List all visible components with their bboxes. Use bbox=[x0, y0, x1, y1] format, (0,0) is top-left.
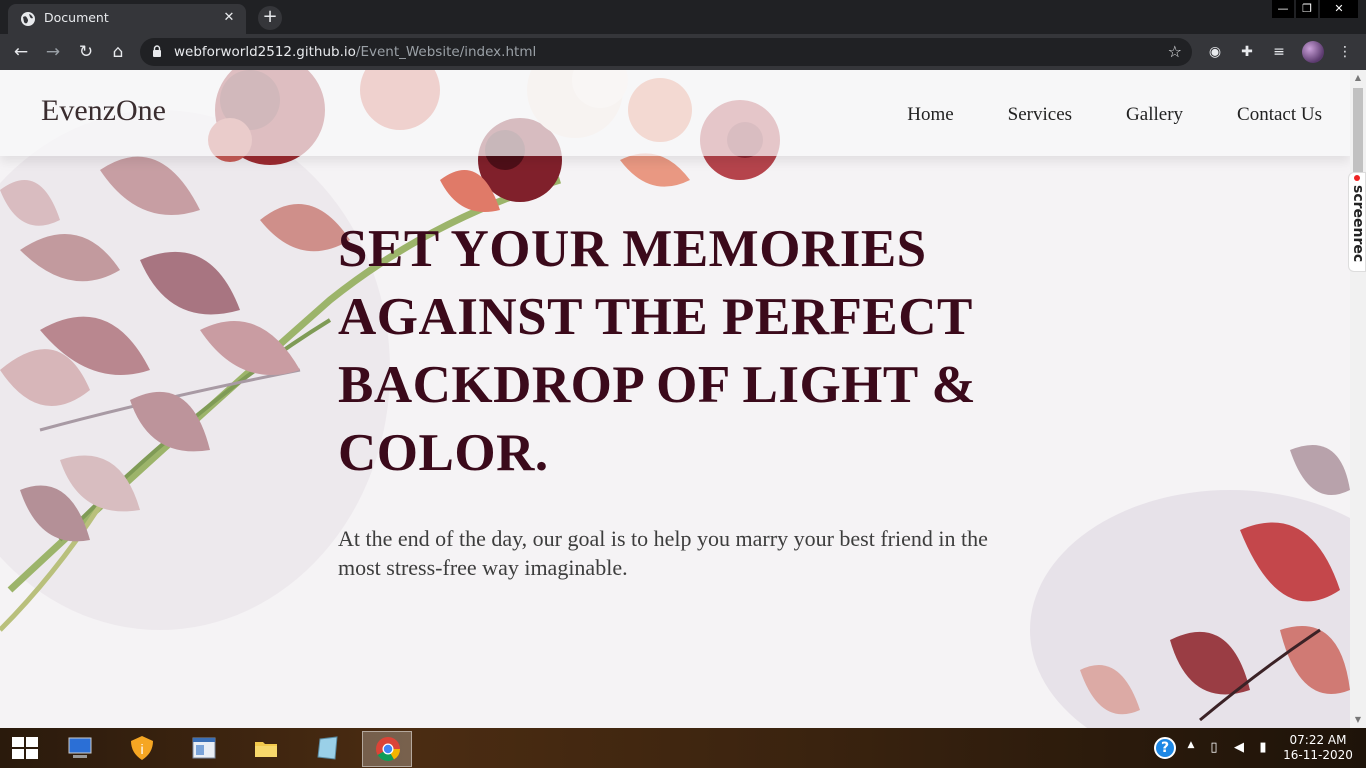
nav-link-gallery[interactable]: Gallery bbox=[1126, 104, 1183, 126]
browser-toolbar: ← → ↻ ⌂ webforworld2512.github.io/Event_… bbox=[0, 34, 1366, 70]
minimize-button[interactable]: — bbox=[1272, 0, 1294, 18]
extension-screenrec-icon[interactable]: ◉ bbox=[1205, 42, 1225, 62]
profile-avatar[interactable] bbox=[1302, 41, 1324, 63]
nav-link-services[interactable]: Services bbox=[1008, 104, 1072, 126]
page-scrollbar[interactable]: ▲ ▼ bbox=[1350, 70, 1366, 728]
menu-kebab-icon[interactable]: ⋮ bbox=[1335, 42, 1355, 62]
tray-expand-icon[interactable]: ▲ bbox=[1183, 740, 1199, 750]
record-dot-icon bbox=[1354, 175, 1360, 181]
url-path: /Event_Website/index.html bbox=[355, 44, 537, 60]
windows-start-icon[interactable] bbox=[12, 737, 38, 759]
site-header: EvenzOne Home Services Gallery Contact U… bbox=[0, 70, 1350, 156]
device-icon[interactable]: ▯ bbox=[1206, 740, 1222, 755]
info-shield-icon: i bbox=[131, 736, 153, 760]
page-viewport: EvenzOne Home Services Gallery Contact U… bbox=[0, 70, 1350, 728]
hero-title: SET YOUR MEMORIES AGAINST THE PERFECT BA… bbox=[338, 220, 977, 482]
address-bar[interactable]: webforworld2512.github.io/Event_Website/… bbox=[140, 38, 1192, 66]
clock-date: 16-11-2020 bbox=[1283, 748, 1353, 762]
windows-taskbar: i ? ▲ ▯ ◀ ▮ 07:22 AM 16-11-2020 bbox=[0, 728, 1366, 768]
main-nav: Home Services Gallery Contact Us bbox=[853, 104, 1322, 126]
nav-link-contact[interactable]: Contact Us bbox=[1237, 104, 1322, 126]
browser-tab[interactable]: Document ✕ bbox=[8, 4, 246, 34]
url-text: webforworld2512.github.io/Event_Website/… bbox=[174, 44, 536, 60]
taskbar-clock[interactable]: 07:22 AM 16-11-2020 bbox=[1282, 733, 1354, 763]
restore-button[interactable]: ❐ bbox=[1296, 0, 1318, 18]
media-control-icon[interactable]: ≡ bbox=[1269, 42, 1289, 62]
computer-icon bbox=[68, 737, 92, 758]
globe-icon bbox=[21, 12, 35, 26]
scroll-up-arrow-icon[interactable]: ▲ bbox=[1353, 73, 1363, 83]
taskbar-app-remote-desktop[interactable] bbox=[55, 731, 105, 767]
screenrec-widget[interactable]: screenrec bbox=[1348, 172, 1366, 272]
window-controls: — ❐ ✕ bbox=[1272, 0, 1358, 18]
taskbar-app-notes[interactable] bbox=[303, 731, 353, 767]
svg-text:i: i bbox=[140, 741, 143, 757]
chrome-icon bbox=[376, 737, 400, 762]
home-icon[interactable]: ⌂ bbox=[107, 41, 129, 63]
volume-icon[interactable]: ◀ bbox=[1231, 740, 1247, 755]
scroll-thumb[interactable] bbox=[1353, 88, 1363, 178]
folder-icon bbox=[255, 742, 277, 757]
new-tab-button[interactable]: + bbox=[258, 6, 282, 30]
extensions-puzzle-icon[interactable]: ✚ bbox=[1237, 42, 1257, 62]
window-app-icon bbox=[192, 737, 216, 759]
taskbar-app-window[interactable] bbox=[179, 731, 229, 767]
hero-subtitle: At the end of the day, our goal is to he… bbox=[338, 526, 988, 580]
tab-title: Document bbox=[44, 10, 109, 25]
lock-icon bbox=[153, 45, 161, 57]
url-host: webforworld2512.github.io bbox=[174, 44, 356, 60]
clock-time: 07:22 AM bbox=[1289, 733, 1347, 747]
help-icon[interactable]: ? bbox=[1154, 737, 1176, 759]
scroll-down-arrow-icon[interactable]: ▼ bbox=[1353, 715, 1363, 725]
site-logo[interactable]: EvenzOne bbox=[41, 94, 166, 128]
taskbar-app-info[interactable]: i bbox=[117, 731, 167, 767]
nav-link-home[interactable]: Home bbox=[907, 104, 953, 126]
forward-arrow-icon[interactable]: → bbox=[42, 41, 64, 63]
notepad-icon bbox=[317, 736, 338, 760]
screenrec-label: screenrec bbox=[1350, 185, 1366, 263]
bookmark-star-icon[interactable]: ☆ bbox=[1168, 42, 1182, 61]
taskbar-app-file-explorer[interactable] bbox=[241, 731, 291, 767]
taskbar-app-chrome[interactable] bbox=[362, 731, 412, 767]
reload-icon[interactable]: ↻ bbox=[75, 41, 97, 63]
signal-icon[interactable]: ▮ bbox=[1255, 740, 1271, 755]
tab-close-icon[interactable]: ✕ bbox=[220, 9, 238, 27]
close-window-button[interactable]: ✕ bbox=[1320, 0, 1358, 18]
browser-tabstrip: Document ✕ + — ❐ ✕ bbox=[0, 0, 1366, 34]
back-arrow-icon[interactable]: ← bbox=[10, 41, 32, 63]
